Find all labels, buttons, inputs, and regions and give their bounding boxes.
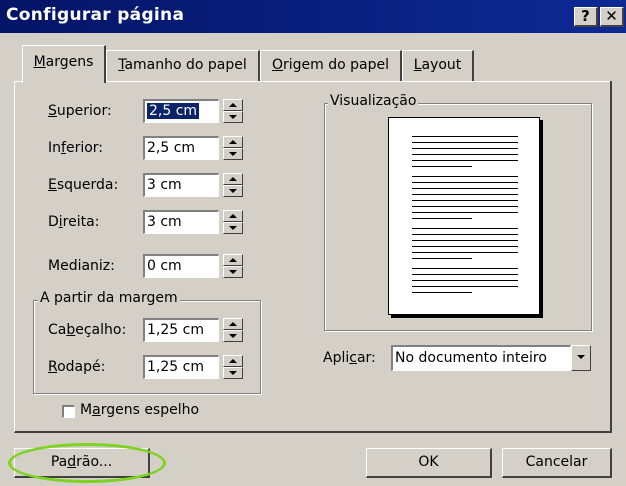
preview-text-line <box>412 176 518 177</box>
arrow-down-icon <box>229 189 237 193</box>
preview-text-line <box>412 274 518 275</box>
rodape-input[interactable]: 1,25 cm <box>143 355 219 379</box>
highlight-ellipse <box>8 443 166 483</box>
inferior-input[interactable]: 2,5 cm <box>143 136 219 160</box>
cabecalho-input[interactable]: 1,25 cm <box>143 318 219 342</box>
window-title: Configurar página <box>6 5 185 25</box>
spin-up-button[interactable] <box>223 136 243 148</box>
inferior-spinner[interactable] <box>223 136 243 160</box>
arrow-down-icon <box>229 270 237 274</box>
apply-to-dropdown-button[interactable] <box>571 345 591 371</box>
mirror-margins-checkbox[interactable] <box>62 405 75 418</box>
direita-input[interactable]: 3 cm <box>143 210 219 234</box>
preview-text-line <box>412 228 518 229</box>
medianiz-input[interactable]: 0 cm <box>143 254 219 278</box>
superior-label: Superior: <box>48 103 112 119</box>
arrow-up-icon <box>229 359 237 363</box>
spin-down-button[interactable] <box>223 111 243 123</box>
cancel-button[interactable]: Cancelar <box>502 448 612 478</box>
preview-text-line <box>412 148 518 149</box>
arrow-up-icon <box>229 103 237 107</box>
title-bar[interactable]: Configurar página ? ✕ <box>0 0 626 33</box>
arrow-down-icon <box>229 371 237 375</box>
esquerda-input[interactable]: 3 cm <box>143 173 219 197</box>
spin-up-button[interactable] <box>223 254 243 266</box>
esquerda-label: Esquerda: <box>48 177 119 193</box>
superior-input[interactable]: 2,5 cm <box>143 99 219 123</box>
esquerda-spinner[interactable] <box>223 173 243 197</box>
tab-margens[interactable]: Margens <box>22 45 106 83</box>
arrow-down-icon <box>229 334 237 338</box>
arrow-up-icon <box>229 322 237 326</box>
preview-text-line <box>412 268 518 269</box>
rodape-spinner[interactable] <box>223 355 243 379</box>
spin-down-button[interactable] <box>223 367 243 379</box>
close-button[interactable]: ✕ <box>600 7 624 27</box>
ok-button[interactable]: OK <box>366 448 492 478</box>
preview-text-line <box>412 136 518 137</box>
chevron-down-icon <box>577 355 585 359</box>
preview-text-line <box>412 292 472 293</box>
from-edge-group-label: A partir da margem <box>38 290 180 306</box>
arrow-up-icon <box>229 177 237 181</box>
superior-spinner[interactable] <box>223 99 243 123</box>
preview-text-line <box>412 188 518 189</box>
page-setup-dialog: Configurar página ? ✕ Margens Tamanho do… <box>0 0 626 486</box>
tab-tamanho-do-papel[interactable]: Tamanho do papel <box>106 50 260 81</box>
arrow-down-icon <box>229 115 237 119</box>
preview-text-line <box>412 286 518 287</box>
preview-group-label: Visualização <box>328 93 419 109</box>
preview-page <box>388 117 540 315</box>
preview-text-line <box>412 240 518 241</box>
medianiz-label: Medianiz: <box>48 258 115 274</box>
spin-down-button[interactable] <box>223 185 243 197</box>
tab-origem-do-papel[interactable]: Origem do papel <box>260 50 402 81</box>
preview-text-line <box>412 258 472 259</box>
preview-text-line <box>412 280 518 281</box>
rodape-label: Rodapé: <box>48 359 106 375</box>
preview-text-line <box>412 142 518 143</box>
apply-to-select[interactable]: No documento inteiro <box>391 345 571 371</box>
preview-text-line <box>412 234 518 235</box>
spin-up-button[interactable] <box>223 355 243 367</box>
arrow-up-icon <box>229 258 237 262</box>
cabecalho-spinner[interactable] <box>223 318 243 342</box>
preview-text-line <box>412 160 518 161</box>
preview-text-line <box>412 206 518 207</box>
preview-text-line <box>412 246 518 247</box>
inferior-label: Inferior: <box>48 140 104 156</box>
spin-up-button[interactable] <box>223 99 243 111</box>
spin-down-button[interactable] <box>223 222 243 234</box>
preview-text-line <box>412 218 472 219</box>
from-edge-group <box>33 300 261 394</box>
arrow-up-icon <box>229 140 237 144</box>
preview-text-line <box>412 166 472 167</box>
apply-to-label: Aplicar: <box>323 350 376 366</box>
spin-down-button[interactable] <box>223 266 243 278</box>
preview-text-line <box>412 212 518 213</box>
preview-text-line <box>412 194 518 195</box>
cabecalho-label: Cabeçalho: <box>48 322 127 338</box>
spin-up-button[interactable] <box>223 173 243 185</box>
direita-label: Direita: <box>48 214 100 230</box>
preview-text-line <box>412 154 518 155</box>
arrow-up-icon <box>229 214 237 218</box>
arrow-down-icon <box>229 152 237 156</box>
medianiz-spinner[interactable] <box>223 254 243 278</box>
spin-up-button[interactable] <box>223 318 243 330</box>
direita-spinner[interactable] <box>223 210 243 234</box>
preview-text-line <box>412 200 518 201</box>
preview-text-line <box>412 252 518 253</box>
spin-down-button[interactable] <box>223 330 243 342</box>
mirror-margins-label[interactable]: Margens espelho <box>80 402 199 418</box>
spin-down-button[interactable] <box>223 148 243 160</box>
spin-up-button[interactable] <box>223 210 243 222</box>
arrow-down-icon <box>229 226 237 230</box>
preview-text-line <box>412 182 518 183</box>
help-button[interactable]: ? <box>574 7 598 27</box>
tab-layout[interactable]: Layout <box>402 50 474 81</box>
